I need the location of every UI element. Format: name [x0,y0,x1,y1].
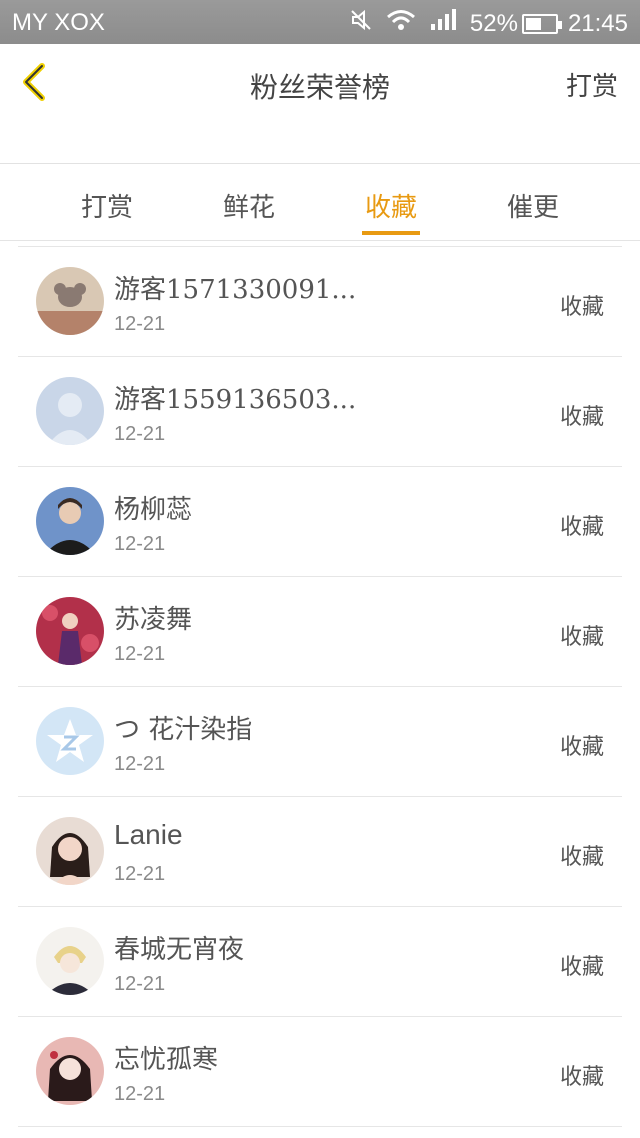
date-label: 12-21 [114,313,166,335]
page-title: 粉丝荣誉榜 [249,71,390,104]
avatar[interactable] [36,377,104,445]
user-name: Lanie [114,819,183,850]
fan-list: 游客1571330091... 12-21 收藏 游客1559136503...… [18,246,622,1127]
active-tab-indicator [362,231,420,235]
tab-tip[interactable]: 打赏 [57,187,157,224]
avatar[interactable] [36,597,104,665]
date-label: 12-21 [114,533,166,555]
date-label: 12-21 [114,643,166,665]
tab-flowers[interactable]: 鲜花 [199,187,299,224]
action-label: 收藏 [559,625,604,650]
user-name: 春城无宵夜 [114,935,245,965]
date-label: 12-21 [114,1083,166,1105]
avatar[interactable] [36,817,104,885]
date-label: 12-21 [114,423,166,445]
date-label: 12-21 [114,863,166,885]
list-item[interactable]: 游客1559136503... 12-21 收藏 [18,357,622,467]
avatar[interactable] [36,487,104,555]
wifi-icon [386,9,416,38]
list-item[interactable]: 游客1571330091... 12-21 收藏 [18,247,622,357]
list-item[interactable]: 春城无宵夜 12-21 收藏 [18,907,622,1017]
clock: 21:45 [567,9,628,37]
user-name: 忘忧孤寒 [114,1045,219,1075]
list-item[interactable]: 杨柳蕊 12-21 收藏 [18,467,622,577]
action-label: 收藏 [559,515,604,540]
battery-icon [521,13,562,34]
action-label: 收藏 [559,735,604,760]
action-label: 收藏 [559,955,604,980]
date-label: 12-21 [114,973,166,995]
user-name: 游客1559136503... [114,385,357,415]
action-label: 收藏 [559,405,604,430]
tip-button[interactable]: 打赏 [566,66,618,103]
avatar[interactable] [36,927,104,995]
list-item[interactable]: 苏凌舞 12-21 收藏 [18,577,622,687]
tab-bar: 打赏 鲜花 收藏 催更 [0,165,640,241]
tab-urge[interactable]: 催更 [483,187,583,224]
user-name: 苏凌舞 [114,605,193,635]
avatar[interactable] [36,1037,104,1105]
avatar[interactable] [36,707,104,775]
date-label: 12-21 [114,753,166,775]
status-bar: MY XOX 52% 21:45 [0,0,640,44]
action-label: 收藏 [559,845,604,870]
signal-icon [430,9,456,38]
battery-percent: 52% [469,9,518,37]
user-name: つ 花汁染指 [114,715,253,745]
list-item[interactable]: つ 花汁染指 12-21 收藏 [18,687,622,797]
user-name: 游客1571330091... [114,275,357,305]
user-name: 杨柳蕊 [114,495,193,525]
carrier-label: MY XOX [12,9,105,36]
status-icons: 52% 21:45 [350,9,628,38]
action-label: 收藏 [559,295,604,320]
list-item[interactable]: Lanie 12-21 收藏 [18,797,622,907]
tab-favorites[interactable]: 收藏 [341,187,441,224]
avatar[interactable] [36,267,104,335]
action-label: 收藏 [559,1065,604,1090]
list-item[interactable]: 忘忧孤寒 12-21 收藏 [18,1017,622,1127]
mute-icon [350,9,372,38]
